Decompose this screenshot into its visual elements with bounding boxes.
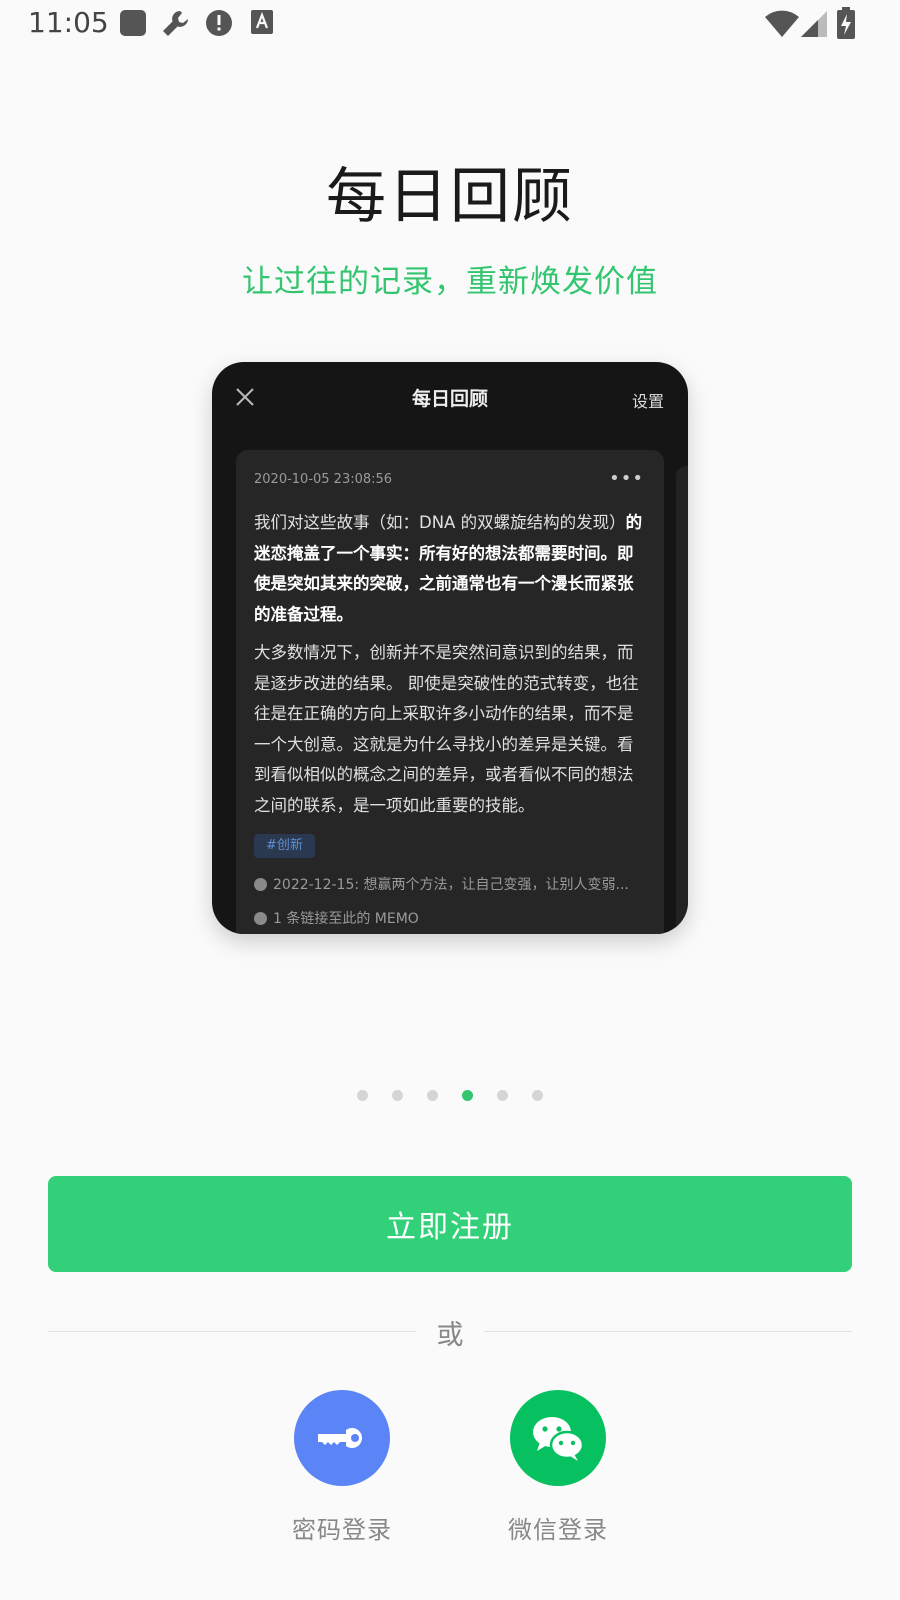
font-download-icon (251, 10, 273, 34)
wechat-login-option[interactable]: 微信登录 (458, 1390, 658, 1545)
password-login-label: 密码登录 (292, 1516, 392, 1544)
memo-backlink-text: 2022-12-15: 想赢两个方法，让自己变强，让别人变弱... (273, 877, 629, 893)
wifi-icon (765, 10, 799, 37)
memo-body: 我们对这些故事（如：DNA 的双螺旋结构的发现）的迷恋掩盖了一个事实：所有好的想… (254, 508, 646, 829)
memo-paragraph-1-normal: 我们对这些故事（如：DNA 的双螺旋结构的发现） (254, 513, 626, 532)
key-icon (318, 1428, 362, 1448)
memo-paragraph-1: 我们对这些故事（如：DNA 的双螺旋结构的发现）的迷恋掩盖了一个事实：所有好的想… (254, 508, 646, 630)
page-indicator-dot[interactable] (462, 1090, 473, 1101)
memo-linked-count: 1 条链接至此的 MEMO (254, 908, 419, 928)
cellular-signal-icon (801, 11, 827, 37)
wechat-login-button[interactable] (510, 1390, 606, 1486)
memo-backlink: 2022-12-15: 想赢两个方法，让自己变强，让别人变弱... (254, 874, 629, 894)
link-arrow-icon (254, 912, 267, 925)
page-indicator-dot[interactable] (427, 1090, 438, 1101)
memo-date: 2020-10-05 23:08:56 (254, 472, 393, 487)
wechat-login-label: 微信登录 (508, 1516, 608, 1544)
page-title: 每日回顾 (326, 162, 574, 232)
page-indicator-dot[interactable] (532, 1090, 543, 1101)
memo-card: 2020-10-05 23:08:56 ••• 我们对这些故事（如：DNA 的双… (236, 450, 664, 934)
register-button[interactable]: 立即注册 (48, 1176, 852, 1272)
wechat-icon (533, 1417, 585, 1461)
battery-charging-icon (837, 7, 855, 39)
next-memo-card-peek (676, 466, 688, 934)
memo-linked-count-text: 1 条链接至此的 MEMO (273, 911, 419, 927)
mockup-settings-label: 设置 (631, 392, 664, 411)
page-indicator-dot[interactable] (357, 1090, 368, 1101)
password-login-option[interactable]: 密码登录 (242, 1390, 442, 1545)
phone-mockup: 每日回顾 设置 2020-10-05 23:08:56 ••• 我们对这些故事（… (212, 362, 688, 934)
wrench-icon (163, 11, 188, 36)
more-options-icon: ••• (609, 468, 644, 489)
status-bar: 11:05 (0, 0, 900, 48)
page-indicator-dot[interactable] (392, 1090, 403, 1101)
link-arrow-icon (254, 878, 267, 891)
memo-paragraph-2: 大多数情况下，创新并不是突然间意识到的结果，而是逐步改进的结果。 即使是突破性的… (254, 643, 639, 815)
mockup-header-title: 每日回顾 (411, 388, 488, 410)
page-subtitle: 让过往的记录，重新焕发价值 (242, 264, 658, 300)
notification-square-icon (120, 10, 146, 36)
page-indicator-dot[interactable] (497, 1090, 508, 1101)
page-indicator (0, 1090, 900, 1101)
status-time: 11:05 (28, 6, 109, 39)
password-login-button[interactable] (294, 1390, 390, 1486)
divider-text: 或 (436, 1320, 464, 1351)
memo-tag: #创新 (254, 834, 315, 858)
alert-icon (206, 10, 232, 36)
